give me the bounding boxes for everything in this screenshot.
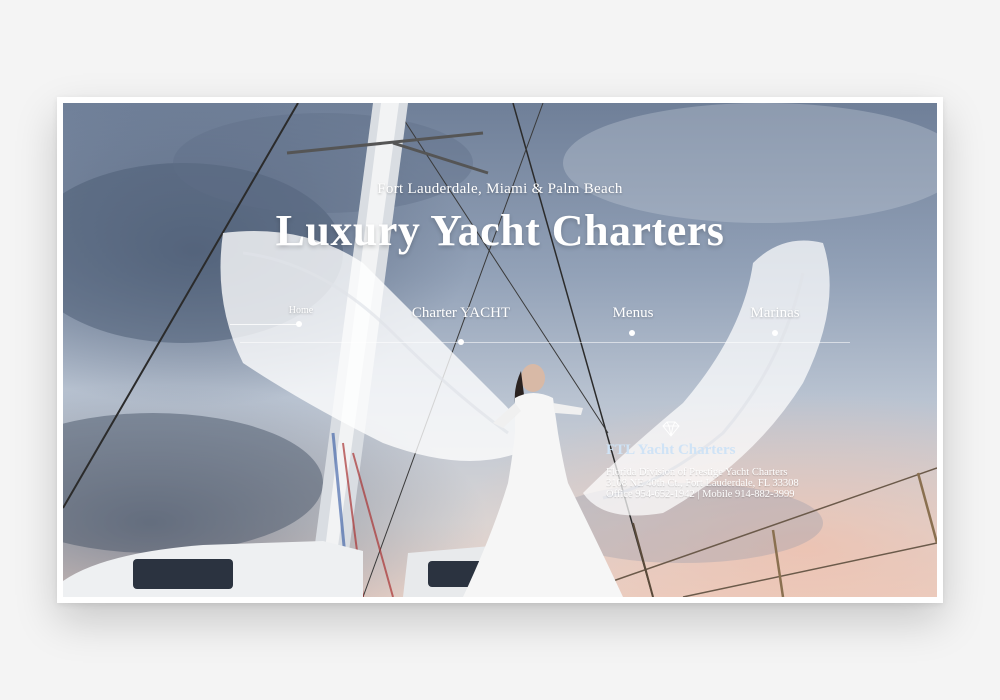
nav-divider-line (240, 342, 850, 343)
nav-item-charter-yacht[interactable]: Charter YACHT (396, 305, 526, 322)
contact-line-division: Florida Division of Prestige Yacht Chart… (606, 467, 788, 478)
hero-background-image (63, 103, 937, 597)
hero-tagline: Fort Lauderdale, Miami & Palm Beach (377, 181, 623, 197)
hero-section: Fort Lauderdale, Miami & Palm Beach Luxu… (63, 103, 937, 597)
company-name: FTL Yacht Charters (606, 442, 736, 458)
nav-active-indicator-line (230, 324, 298, 325)
nav-dot-menus (629, 330, 635, 336)
nav-item-label: Home (288, 305, 314, 316)
nav-item-marinas[interactable]: Marinas (735, 305, 815, 322)
contact-line-address: 3108 NE 40th Ct., Fort Lauderdale, FL 33… (606, 478, 799, 489)
nav-dot-charter-yacht (458, 339, 464, 345)
hero-title: Luxury Yacht Charters (275, 206, 725, 255)
nav-item-label: Charter YACHT (411, 305, 511, 321)
nav-item-label: Menus (612, 305, 654, 321)
contact-line-phones: Office 954-652-1942 | Mobile 914-882-399… (606, 489, 795, 500)
nav-item-home[interactable]: Home (268, 305, 334, 316)
contact-address: Florida Division of Prestige Yacht Chart… (606, 467, 799, 500)
nav-dot-home (296, 321, 302, 327)
nav-item-label: Marinas (750, 305, 800, 321)
diamond-icon (662, 421, 680, 437)
nav-dot-marinas (772, 330, 778, 336)
nav-item-menus[interactable]: Menus (593, 305, 673, 322)
